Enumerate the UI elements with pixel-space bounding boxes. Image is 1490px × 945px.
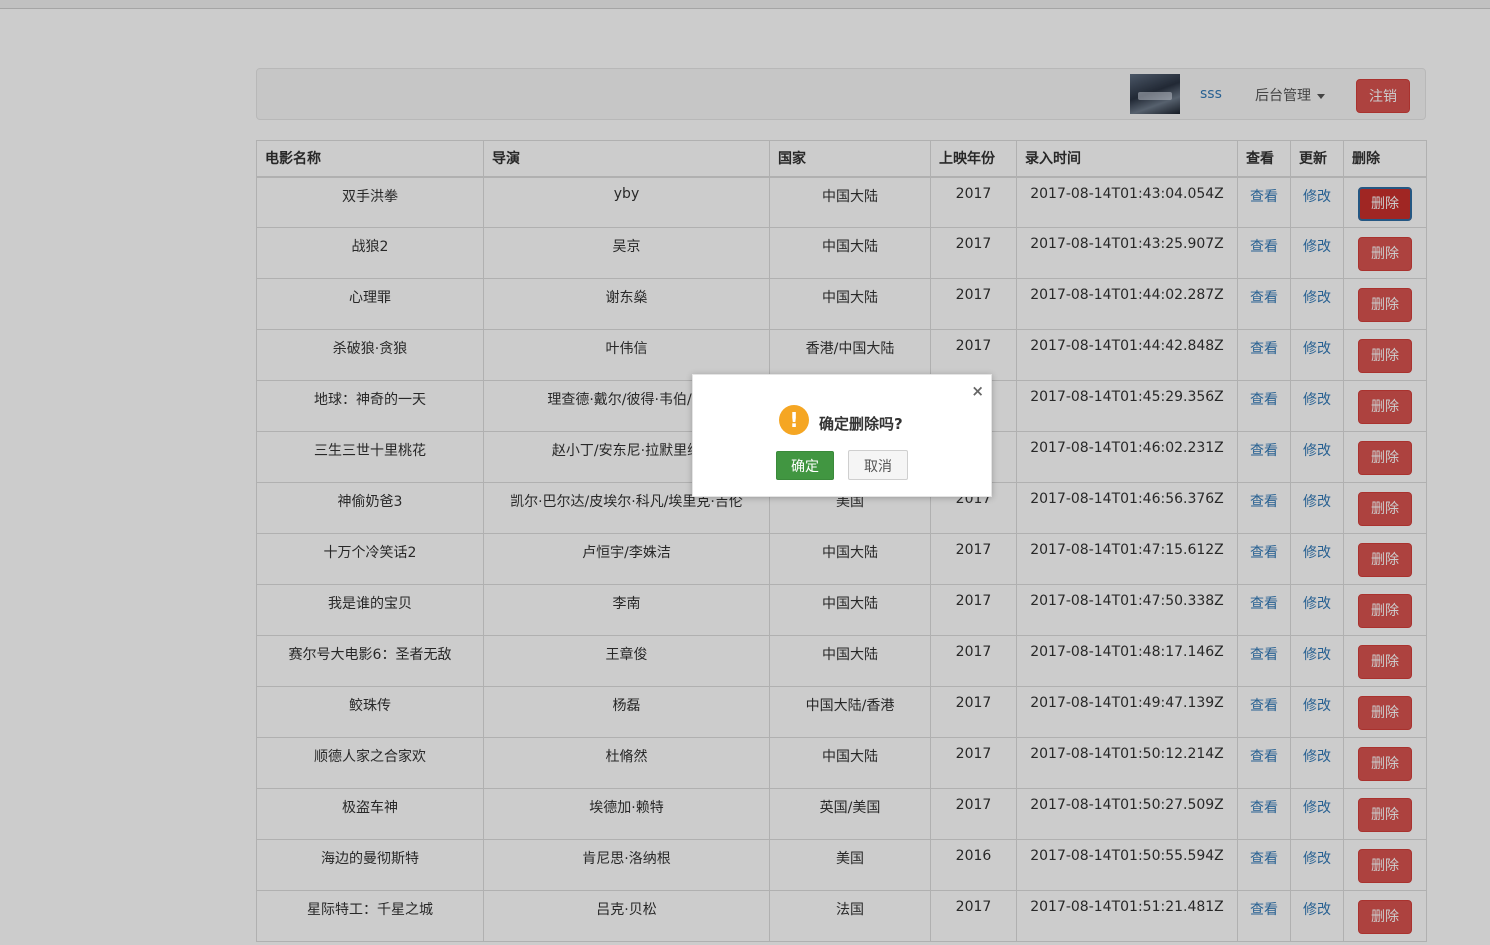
dialog-message: 确定删除吗? (819, 415, 903, 433)
cancel-button[interactable]: 取消 (848, 450, 908, 480)
confirm-button[interactable]: 确定 (776, 451, 834, 480)
confirm-delete-dialog: × ! 确定删除吗? 确定 取消 (692, 374, 992, 497)
close-icon[interactable]: × (971, 382, 984, 400)
warning-icon: ! (779, 405, 809, 435)
